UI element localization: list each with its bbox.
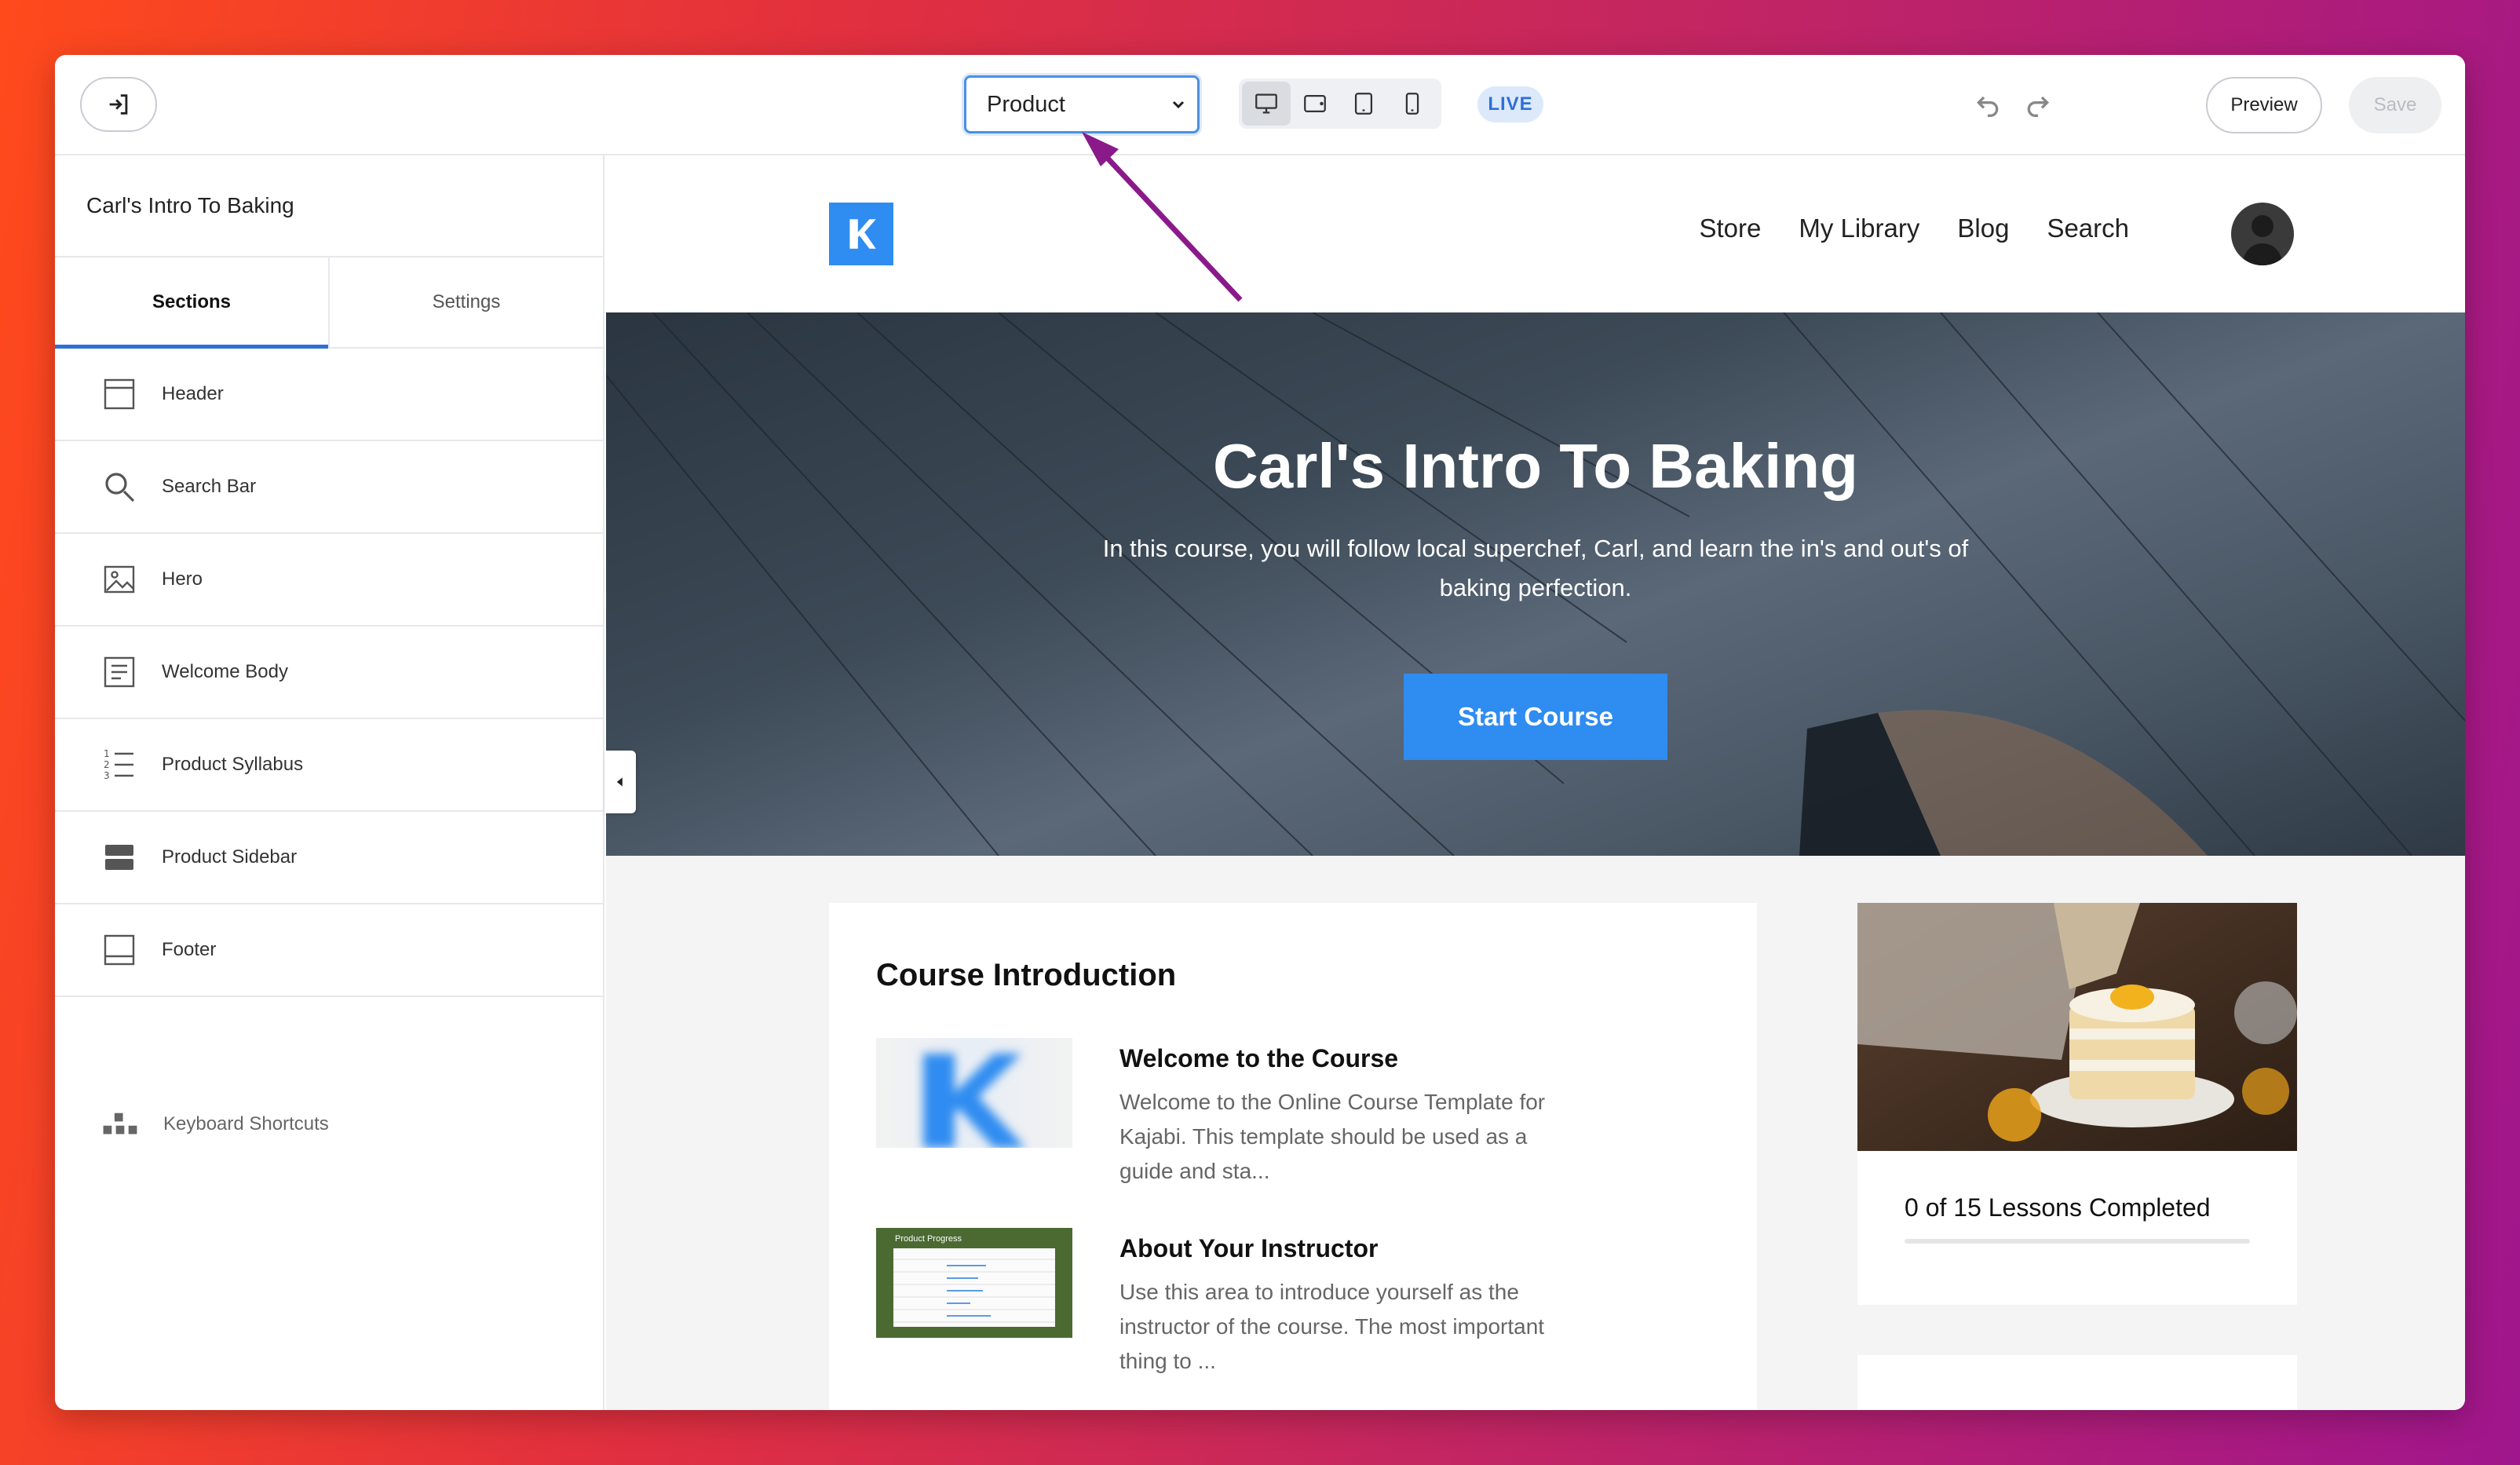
- sidebar-item-label: Header: [162, 383, 224, 404]
- page-preview-canvas: Store My Library Blog Search Carl's Intr…: [606, 155, 2465, 1410]
- nav-search[interactable]: Search: [2047, 214, 2129, 243]
- kajabi-logo-icon: [923, 1054, 1025, 1148]
- lesson-description: Use this area to introduce yourself as t…: [1119, 1280, 1545, 1373]
- sidebar-item-label: Search Bar: [162, 476, 257, 497]
- site-logo[interactable]: [829, 203, 893, 265]
- avatar[interactable]: [2231, 203, 2294, 265]
- image-icon: [104, 565, 135, 594]
- exit-button[interactable]: [80, 77, 157, 132]
- exit-icon: [109, 94, 128, 115]
- lesson-title: Welcome to the Course: [1119, 1044, 1399, 1072]
- collapse-sidebar-button[interactable]: [604, 751, 636, 813]
- sidebar-item-header[interactable]: Header: [55, 349, 603, 441]
- lessons-progress-bar: [1905, 1239, 2250, 1244]
- sidebar-item-label: Hero: [162, 568, 203, 590]
- kajabi-logo-icon: [849, 219, 876, 249]
- desktop-icon: [1255, 93, 1277, 114]
- page-select-value: Product: [987, 91, 1065, 117]
- sidebar-item-footer[interactable]: Footer: [55, 904, 603, 997]
- sidebar-card-secondary: [1857, 1355, 2297, 1410]
- sidebar-item-search-bar[interactable]: Search Bar: [55, 441, 603, 534]
- lessons-progress-label: 0 of 15 Lessons Completed: [1905, 1193, 2211, 1222]
- lesson-thumbnail: [876, 1038, 1072, 1148]
- sidebar-item-label: Footer: [162, 939, 217, 960]
- product-sidebar-card: 0 of 15 Lessons Completed: [1857, 903, 2297, 1305]
- sidebar-item-welcome-body[interactable]: Welcome Body: [55, 627, 603, 719]
- course-introduction-card: Course Introduction Welcome to the Cours…: [829, 903, 1757, 1410]
- preview-button[interactable]: Preview: [2206, 77, 2322, 133]
- start-course-button[interactable]: Start Course: [1404, 674, 1667, 760]
- user-silhouette-icon: [2242, 215, 2283, 265]
- tab-settings[interactable]: Settings: [328, 258, 603, 347]
- svg-text:3: 3: [104, 770, 110, 781]
- device-toggle-group: [1239, 79, 1441, 129]
- mobile-icon: [1405, 93, 1419, 115]
- caret-left-icon: [616, 777, 623, 787]
- tablet-portrait-icon: [1354, 93, 1373, 115]
- sidebar-item-label: Product Syllabus: [162, 754, 304, 775]
- footer-icon: [104, 934, 135, 966]
- hero-title: Carl's Intro To Baking: [1212, 431, 1859, 501]
- sidebar-layout-icon: [105, 845, 133, 870]
- redo-icon[interactable]: [2022, 90, 2054, 121]
- sidebar-item-label: Product Sidebar: [162, 846, 298, 868]
- tablet-landscape-view-button[interactable]: [1291, 82, 1339, 126]
- sidebar-item-product-sidebar[interactable]: Product Sidebar: [55, 812, 603, 904]
- text-block-icon: [104, 656, 135, 688]
- search-icon: [105, 473, 135, 502]
- hero-subtitle: In this course, you will follow local su…: [1102, 535, 1969, 601]
- numbered-list-icon: 123: [104, 748, 133, 781]
- cake-photo: [1857, 903, 2297, 1151]
- editor-window: Product LIVE Preview Save Carl's Intro T…: [55, 55, 2465, 1410]
- lesson-title: About Your Instructor: [1119, 1234, 1379, 1262]
- nav-store[interactable]: Store: [1699, 214, 1761, 243]
- save-button[interactable]: Save: [2349, 77, 2441, 133]
- site-header: Store My Library Blog Search: [606, 155, 2465, 312]
- sidebar-title: Carl's Intro To Baking: [55, 155, 603, 258]
- keyboard-shortcuts-link[interactable]: Keyboard Shortcuts: [100, 1110, 329, 1138]
- thumbnail-caption: Product Progress: [895, 1234, 962, 1244]
- hero-section: Carl's Intro To Baking In this course, y…: [606, 312, 2465, 856]
- live-badge: LIVE: [1477, 86, 1543, 122]
- mobile-view-button[interactable]: [1388, 82, 1437, 126]
- tab-sections[interactable]: Sections: [55, 258, 328, 349]
- keyboard-icon: [103, 1112, 137, 1134]
- sidebar-item-hero[interactable]: Hero: [55, 534, 603, 627]
- lesson-description: Welcome to the Online Course Template fo…: [1119, 1090, 1546, 1183]
- sections-sidebar: Carl's Intro To Baking Sections Settings…: [55, 155, 604, 1410]
- lesson-thumbnail: Product Progress: [876, 1228, 1072, 1338]
- toolbar: Product LIVE Preview Save: [55, 55, 2465, 155]
- course-section-title: Course Introduction: [876, 958, 1177, 992]
- site-nav: Store My Library Blog Search: [1699, 214, 2129, 243]
- lesson-item[interactable]: Welcome to the Course Welcome to the Onl…: [876, 1038, 1740, 1183]
- sidebar-tabs: Sections Settings: [55, 258, 603, 349]
- sidebar-item-label: Welcome Body: [162, 661, 288, 682]
- svg-text:1: 1: [104, 748, 110, 759]
- undo-icon[interactable]: [1972, 90, 2003, 121]
- cake-image: [1857, 903, 2297, 1151]
- desktop-view-button[interactable]: [1242, 82, 1291, 126]
- svg-text:2: 2: [104, 759, 110, 770]
- page-select[interactable]: Product: [964, 75, 1200, 133]
- keyboard-shortcuts-label: Keyboard Shortcuts: [163, 1113, 329, 1134]
- nav-blog[interactable]: Blog: [1957, 214, 2009, 243]
- header-icon: [104, 378, 135, 410]
- lesson-item[interactable]: Product Progress About Your Instructor U…: [876, 1228, 1740, 1373]
- chevron-down-icon: [1172, 100, 1185, 109]
- nav-my-library[interactable]: My Library: [1799, 214, 1919, 243]
- tablet-landscape-icon: [1304, 94, 1326, 113]
- sidebar-item-product-syllabus[interactable]: 123 Product Syllabus: [55, 719, 603, 812]
- tablet-portrait-view-button[interactable]: [1339, 82, 1388, 126]
- spreadsheet-preview: [893, 1248, 1055, 1327]
